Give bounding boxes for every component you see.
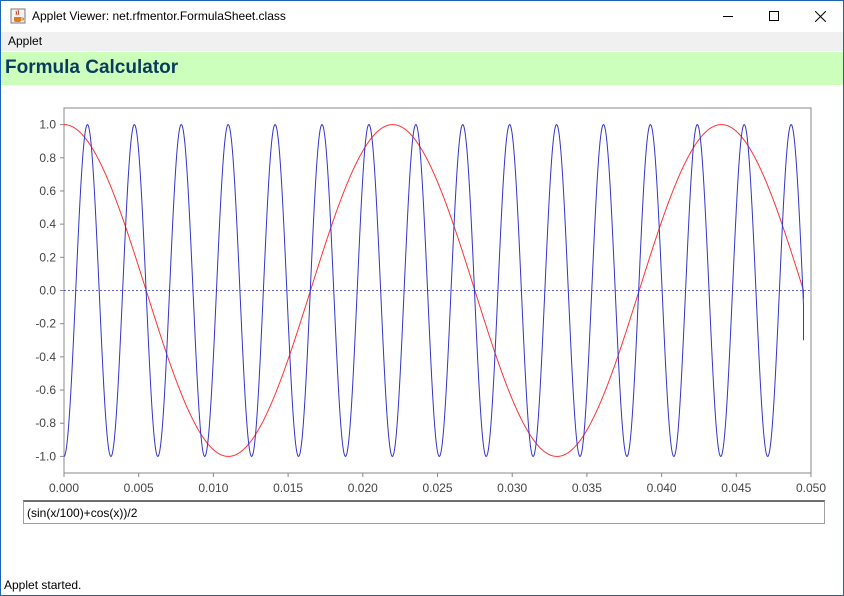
page-title: Formula Calculator: [5, 57, 179, 78]
title-bar[interactable]: Applet Viewer: net.rfmentor.FormulaSheet…: [1, 1, 843, 31]
x-tick-label: 0.005: [124, 481, 154, 495]
x-tick-label: 0.000: [49, 481, 79, 495]
x-tick-label: 0.045: [721, 481, 751, 495]
formula-chart: 1.0 0.8 0.6 0.4 0.2 0.0 -0.2 -0.4 -0.6 -0.8 -1.0 0.…: [35, 107, 826, 495]
status-bar-text: Applet started.: [4, 578, 82, 592]
y-tick-label: 0.0: [39, 284, 56, 298]
x-tick-label: 0.030: [497, 481, 527, 495]
y-tick-label: -0.6: [35, 383, 56, 397]
x-tick-label: 0.040: [647, 481, 677, 495]
y-tick-label: -0.4: [35, 350, 56, 364]
x-tick-label: 0.035: [572, 481, 602, 495]
x-tick-label: 0.025: [422, 481, 452, 495]
y-tick-label: 0.2: [39, 250, 56, 264]
close-icon: [814, 10, 826, 22]
maximize-button[interactable]: [751, 1, 797, 31]
minimize-icon: [723, 16, 733, 17]
menu-applet[interactable]: Applet: [8, 34, 42, 48]
y-tick-label: 0.4: [39, 217, 56, 231]
x-tick-label: 0.020: [348, 481, 378, 495]
maximize-icon: [769, 11, 779, 21]
y-tick-label: 1.0: [39, 118, 56, 132]
x-tick-label: 0.010: [198, 481, 228, 495]
y-tick-label: -0.2: [35, 317, 56, 331]
applet-window: Applet Viewer: net.rfmentor.FormulaSheet…: [0, 0, 844, 596]
x-tick-label: 0.050: [796, 481, 826, 495]
formula-input[interactable]: [23, 500, 825, 524]
x-tick-label: 0.015: [273, 481, 303, 495]
close-button[interactable]: [797, 1, 843, 31]
y-tick-label: 0.6: [39, 184, 56, 198]
header-band: Formula Calculator: [1, 52, 843, 85]
menu-bar: Applet: [1, 32, 843, 51]
minimize-button[interactable]: [705, 1, 751, 31]
y-tick-label: 0.8: [39, 151, 56, 165]
java-cup-icon: [10, 8, 26, 24]
y-tick-label: -1.0: [35, 449, 56, 463]
y-tick-label: -0.8: [35, 416, 56, 430]
window-title: Applet Viewer: net.rfmentor.FormulaSheet…: [32, 9, 286, 23]
